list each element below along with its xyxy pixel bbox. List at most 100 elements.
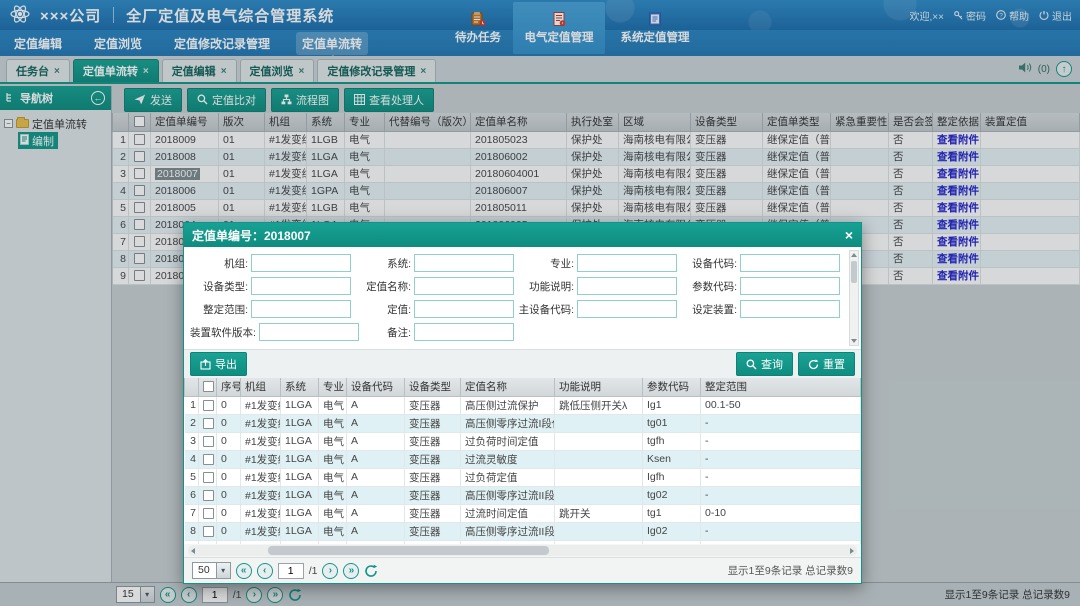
module-tab[interactable]: 系统定值管理 (609, 2, 701, 54)
close-icon[interactable]: × (299, 66, 305, 77)
close-icon[interactable]: × (221, 66, 227, 77)
row-checkbox[interactable] (134, 168, 145, 179)
menu-item[interactable]: 定值编辑 (8, 32, 68, 55)
refresh-icon[interactable] (364, 564, 378, 578)
password-link[interactable]: 密码 (954, 8, 986, 23)
export-button[interactable]: 导出 (190, 352, 247, 376)
field-input[interactable] (577, 254, 677, 272)
view-attachment-link[interactable]: 查看附件 (937, 270, 979, 282)
toolbar-button[interactable]: 流程图 (271, 88, 339, 112)
workspace-tab[interactable]: 定值浏览× (240, 59, 315, 82)
field-input[interactable] (740, 254, 840, 272)
module-tab[interactable]: 待办任务 (447, 2, 509, 54)
view-attachment-link[interactable]: 查看附件 (937, 253, 979, 265)
last-page-button[interactable]: » (267, 587, 283, 603)
scroll-left-icon[interactable] (188, 545, 198, 556)
reset-button[interactable]: 重置 (798, 352, 855, 376)
field-input[interactable] (259, 323, 359, 341)
row-checkbox[interactable] (134, 202, 145, 213)
module-tab[interactable]: 电气定值管理 (513, 2, 605, 54)
row-checkbox[interactable] (203, 400, 214, 411)
close-icon[interactable]: × (420, 66, 426, 77)
last-page-button[interactable]: » (343, 563, 359, 579)
table-row[interactable]: 4201800601#1发变组1GPA电气201806007保护处海南核电有限公… (113, 182, 1080, 199)
row-checkbox[interactable] (134, 253, 145, 264)
row-checkbox[interactable] (134, 151, 145, 162)
scrollbar-thumb[interactable] (851, 261, 857, 283)
table-row[interactable]: 50#1发变组1LGA电气A变压器过负荷定值Igfh- (185, 468, 861, 486)
table-row[interactable]: 20#1发变组1LGA电气A变压器高压侧零序过流I段保护时间tg01- (185, 414, 861, 432)
row-checkbox[interactable] (203, 508, 214, 519)
tree-node-root[interactable]: − 定值单流转 (4, 115, 107, 132)
view-attachment-link[interactable]: 查看附件 (937, 219, 979, 231)
view-attachment-link[interactable]: 查看附件 (937, 236, 979, 248)
row-checkbox[interactable] (134, 236, 145, 247)
tree-node-child[interactable]: 编制 (18, 132, 58, 149)
next-page-button[interactable]: › (246, 587, 262, 603)
close-icon[interactable]: × (845, 228, 853, 242)
field-input[interactable] (414, 323, 514, 341)
page-size-select[interactable]: 15▾ (116, 586, 155, 603)
scroll-right-icon[interactable] (847, 545, 857, 556)
table-row[interactable]: 70#1发变组1LGA电气A变压器过流时间定值跳开关tg10-10 (185, 504, 861, 522)
prev-page-button[interactable]: ‹ (181, 587, 197, 603)
sidebar-collapse-icon[interactable]: ← (91, 91, 105, 105)
field-input[interactable] (740, 300, 840, 318)
view-attachment-link[interactable]: 查看附件 (937, 134, 979, 146)
refresh-icon[interactable] (288, 588, 302, 602)
field-input[interactable] (414, 254, 514, 272)
horizontal-scrollbar[interactable] (188, 545, 857, 556)
field-input[interactable] (577, 277, 677, 295)
row-checkbox[interactable] (203, 490, 214, 501)
page-number-input[interactable] (202, 587, 228, 603)
table-row[interactable]: 90#1发变组1LGA电气A变压器高压侧零序过流I段保护Ig01- (185, 540, 861, 544)
page-number-input[interactable] (278, 563, 304, 579)
close-icon[interactable]: × (54, 66, 60, 77)
field-input[interactable] (414, 300, 514, 318)
row-checkbox[interactable] (203, 418, 214, 429)
table-row[interactable]: 40#1发变组1LGA电气A变压器过流灵敏度Ksen- (185, 450, 861, 468)
send-button[interactable]: 发送 (124, 88, 182, 112)
table-row[interactable]: 80#1发变组1LGA电气A变压器高压侧零序过流II段保护Ig02- (185, 522, 861, 540)
view-attachment-link[interactable]: 查看附件 (937, 185, 979, 197)
prev-page-button[interactable]: ‹ (257, 563, 273, 579)
first-page-button[interactable]: « (160, 587, 176, 603)
table-row[interactable]: 3201800701#1发变组1LGA电气20180604001保护处海南核电有… (113, 165, 1080, 182)
scroll-down-icon[interactable] (850, 337, 858, 345)
scrollbar-thumb[interactable] (268, 546, 549, 555)
view-attachment-link[interactable]: 查看附件 (937, 168, 979, 180)
row-checkbox[interactable] (134, 219, 145, 230)
select-all-checkbox[interactable] (134, 116, 145, 127)
field-input[interactable] (251, 254, 351, 272)
row-checkbox[interactable] (134, 270, 145, 281)
row-checkbox[interactable] (203, 526, 214, 537)
menu-item[interactable]: 定值修改记录管理 (168, 32, 276, 55)
field-input[interactable] (414, 277, 514, 295)
view-attachment-link[interactable]: 查看附件 (937, 151, 979, 163)
row-checkbox[interactable] (203, 454, 214, 465)
form-scrollbar[interactable] (849, 250, 859, 346)
field-input[interactable] (251, 300, 351, 318)
view-attachment-link[interactable]: 查看附件 (937, 202, 979, 214)
table-row[interactable]: 1201800901#1发变组1LGB电气201805023保护处海南核电有限公… (113, 131, 1080, 148)
next-page-button[interactable]: › (322, 563, 338, 579)
field-input[interactable] (577, 300, 677, 318)
row-checkbox[interactable] (134, 185, 145, 196)
row-checkbox[interactable] (134, 134, 145, 145)
menu-item[interactable]: 定值浏览 (88, 32, 148, 55)
toolbar-button[interactable]: 查看处理人 (344, 88, 434, 112)
logout-link[interactable]: 退出 (1039, 8, 1072, 23)
close-icon[interactable]: × (143, 66, 149, 77)
select-all-checkbox[interactable] (203, 381, 214, 392)
workspace-tab[interactable]: 定值修改记录管理× (317, 59, 436, 82)
row-checkbox[interactable] (203, 436, 214, 447)
scroll-top-icon[interactable]: ↑ (1056, 61, 1072, 77)
workspace-tab[interactable]: 定值编辑× (162, 59, 237, 82)
row-checkbox[interactable] (203, 472, 214, 483)
scroll-up-icon[interactable] (850, 251, 858, 259)
table-row[interactable]: 2201800801#1发变组1LGA电气201806002保护处海南核电有限公… (113, 148, 1080, 165)
page-size-select[interactable]: 50▾ (192, 562, 231, 579)
field-input[interactable] (251, 277, 351, 295)
toolbar-button[interactable]: 定值比对 (187, 88, 266, 112)
menu-item[interactable]: 定值单流转 (296, 32, 368, 55)
